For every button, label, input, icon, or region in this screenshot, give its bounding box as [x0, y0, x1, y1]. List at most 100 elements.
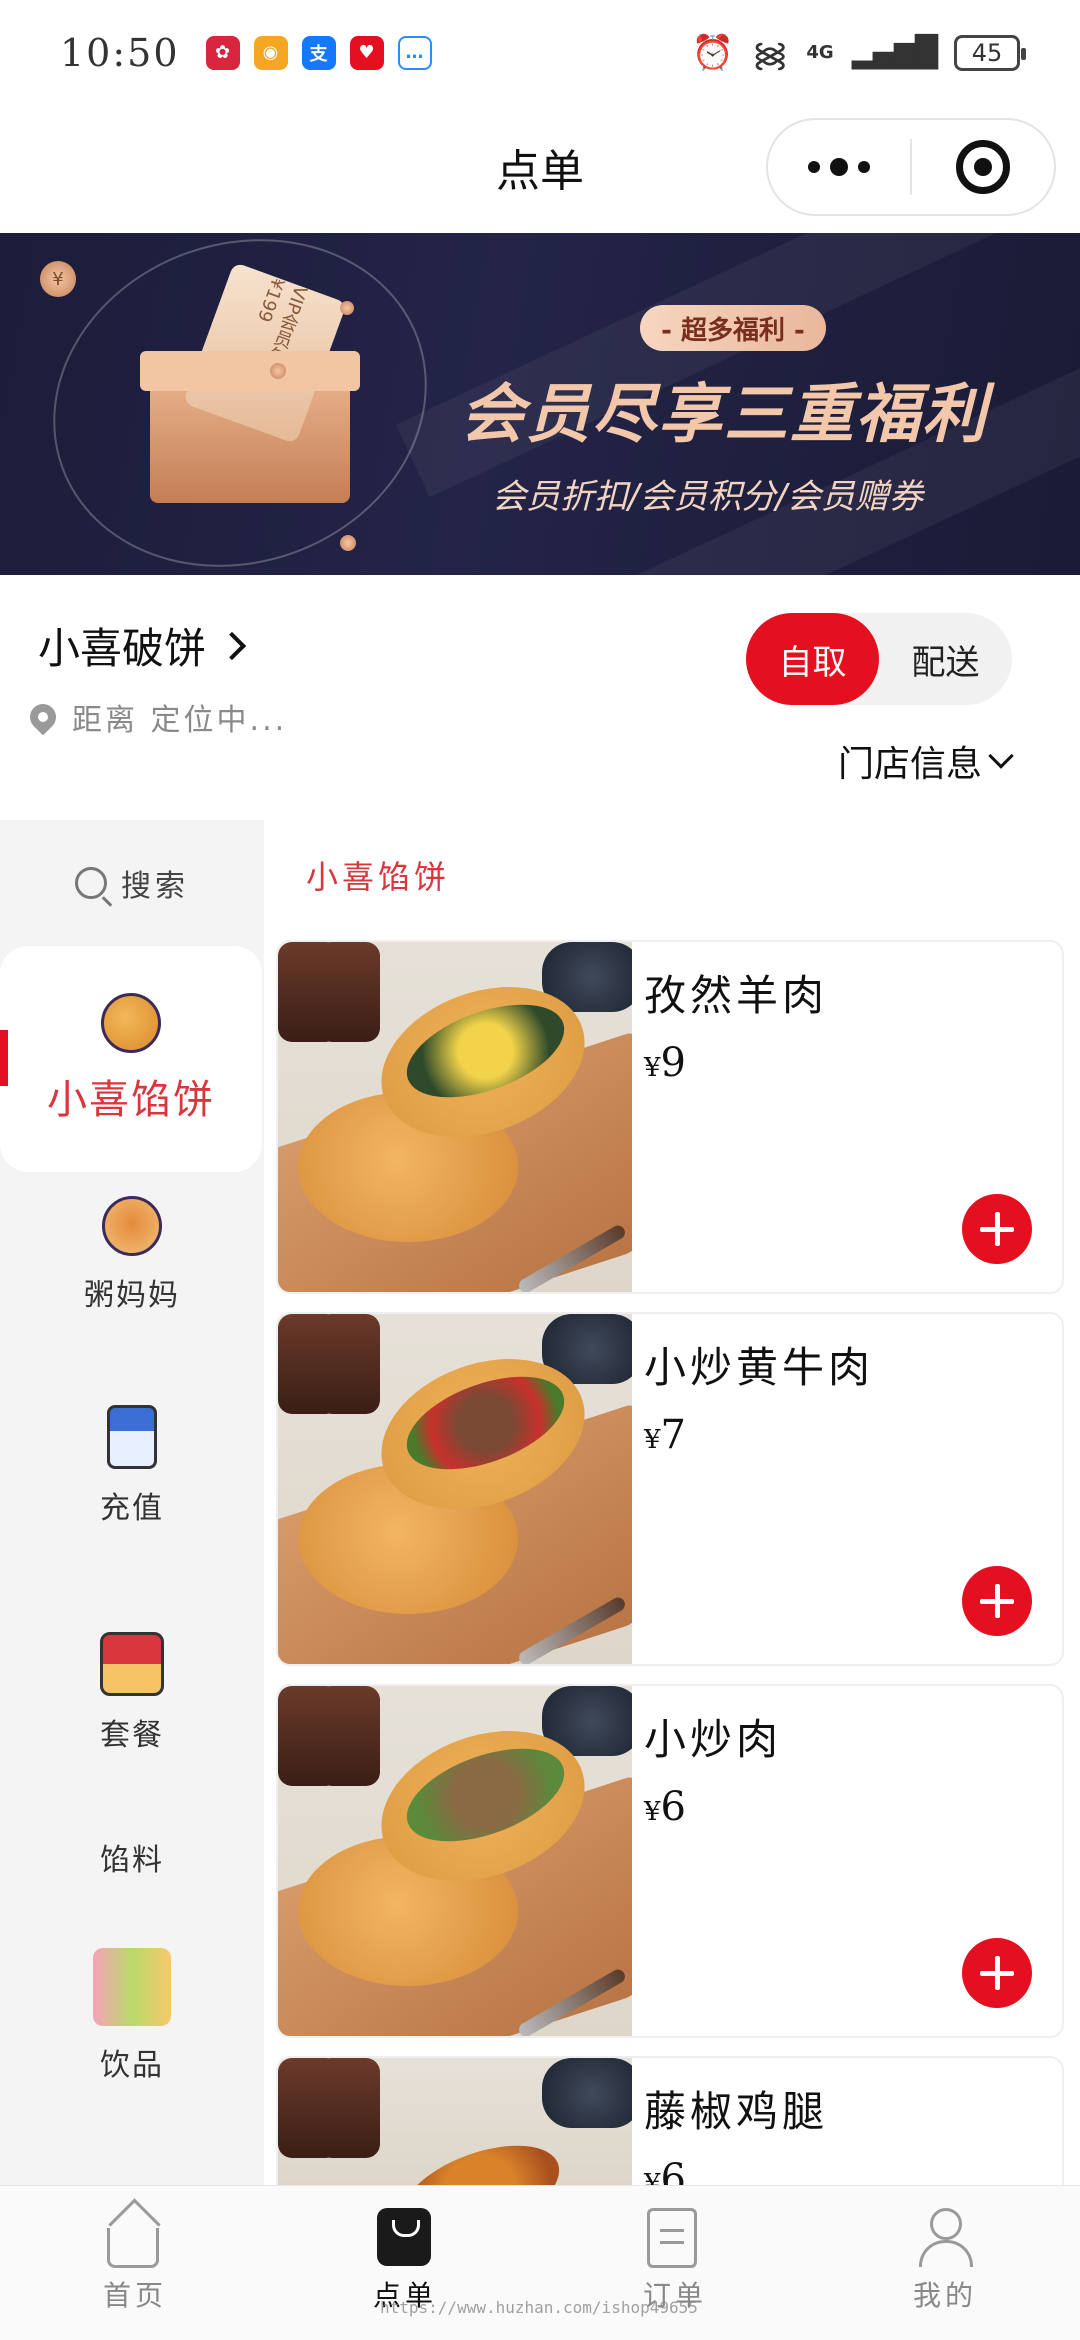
pickup-button[interactable]: 自取: [746, 613, 879, 705]
store-name: 小喜破饼: [38, 624, 207, 673]
category-label: 套餐: [100, 1718, 164, 1753]
spice-jar-image: [318, 1314, 380, 1414]
store-info-dropdown[interactable]: 门店信息: [837, 735, 1014, 787]
status-indicators: ⏰ ᯼ 4G ▂▄▆█ 45: [691, 30, 1026, 76]
active-category-marker: [0, 1030, 8, 1086]
category-item-filling[interactable]: 馅料: [0, 1835, 264, 1879]
product-card[interactable]: 小炒黄牛肉 ¥7: [276, 1312, 1064, 1666]
currency-symbol: ¥: [644, 2169, 661, 2185]
category-item-recharge[interactable]: 充值: [0, 1405, 264, 1527]
add-to-cart-button[interactable]: [962, 1566, 1032, 1636]
product-card[interactable]: 小炒肉 ¥6: [276, 1684, 1064, 2038]
sparkle-icon: [340, 535, 356, 551]
product-name: 孜然羊肉: [644, 971, 829, 1020]
add-to-cart-button[interactable]: [962, 1194, 1032, 1264]
banner-subtitle: 会员折扣/会员积分/会员赠券: [492, 477, 923, 517]
product-card[interactable]: 孜然羊肉 ¥9: [276, 940, 1064, 1294]
product-price: ¥6: [644, 2156, 686, 2185]
store-section: 小喜破饼 距离 定位中... 自取 配送 门店信息: [0, 575, 1080, 820]
home-icon: [107, 2228, 159, 2268]
gift-box-lid: [140, 351, 360, 391]
dot-icon: [858, 161, 870, 173]
price-value: 7: [660, 1412, 686, 1458]
product-card[interactable]: 藤椒鸡腿 ¥6: [276, 2056, 1064, 2185]
chat-icon: …: [397, 35, 432, 70]
product-image: [278, 942, 632, 1292]
search-label: 搜索: [121, 868, 189, 904]
chevron-down-icon: [988, 743, 1014, 769]
price-value: 6: [660, 1784, 686, 1830]
spice-jar-image: [318, 2058, 380, 2158]
product-name: 小炒肉: [644, 1715, 783, 1764]
price-value: 9: [660, 1040, 686, 1086]
cookie-icon: [101, 993, 161, 1053]
currency-symbol: ¥: [644, 1797, 661, 1827]
product-image: [278, 1686, 632, 2036]
jar-image: [542, 2058, 632, 2128]
store-name-link[interactable]: 小喜破饼: [38, 615, 247, 676]
nav-bar: 点单: [0, 105, 1080, 233]
drinks-icon: [93, 1948, 171, 2026]
product-price: ¥6: [644, 1784, 686, 1830]
milk-icon: [107, 1405, 157, 1469]
store-info-label: 门店信息: [837, 744, 982, 785]
search-button[interactable]: 搜索: [0, 820, 264, 945]
product-name: 藤椒鸡腿: [644, 2087, 829, 2136]
category-item-xiaoxi-pie[interactable]: 小喜馅饼: [0, 946, 262, 1172]
filling-image: [389, 2127, 572, 2185]
category-item-drinks[interactable]: 饮品: [0, 1948, 264, 2084]
add-to-cart-button[interactable]: [962, 1938, 1032, 2008]
sparkle-icon: [270, 363, 286, 379]
bowl-icon: [102, 1196, 162, 1256]
tab-home[interactable]: 首页: [0, 2186, 270, 2340]
chevron-right-icon: [217, 631, 247, 660]
wifi-icon: ᯼: [752, 34, 789, 75]
section-title: 小喜馅饼: [306, 858, 451, 896]
heart-app-icon: ♥: [349, 35, 384, 70]
store-distance: 距离 定位中...: [24, 695, 287, 739]
combo-icon: [100, 1632, 164, 1696]
more-button[interactable]: [768, 158, 910, 176]
delivery-button[interactable]: 配送: [879, 613, 1012, 705]
weibo-icon: ◉: [253, 35, 288, 70]
product-image: [278, 2058, 632, 2185]
tab-label: 首页: [102, 2279, 167, 2312]
target-icon: [956, 140, 1010, 194]
signal-icon: ▂▄▆█: [851, 35, 938, 70]
promo-banner[interactable]: VIP会员年卡 ¥199 ¥ - 超多福利 - 会员尽享三重福利 会员折扣/会员…: [0, 233, 1080, 575]
search-icon: [75, 866, 107, 899]
battery-level: 45: [971, 38, 1003, 67]
banner-tag: - 超多福利 -: [640, 305, 826, 351]
profile-icon: [917, 2208, 973, 2268]
category-sidebar: 搜索 小喜馅饼 粥妈妈 充值 套餐 馅料 饮品: [0, 820, 264, 2185]
mini-program-capsule: [766, 118, 1056, 216]
spice-jar-image: [318, 942, 380, 1042]
shopping-bag-icon-wrap: [377, 2208, 433, 2268]
category-label: 饮品: [100, 2048, 164, 2083]
currency-symbol: ¥: [644, 1425, 661, 1455]
order-icon: [647, 2208, 697, 2268]
category-label: 馅料: [100, 1843, 164, 1878]
category-item-combo[interactable]: 套餐: [0, 1632, 264, 1754]
notification-icons: ✿ ◉ 支 ♥ …: [205, 35, 432, 70]
category-label: 小喜馅饼: [47, 1077, 215, 1123]
shopping-bag-icon: [377, 2208, 431, 2266]
close-miniprogram-button[interactable]: [912, 140, 1054, 194]
order-icon-wrap: [647, 2208, 703, 2268]
category-item-porridge[interactable]: 粥妈妈: [0, 1196, 264, 1314]
location-pin-icon: [24, 698, 62, 736]
huawei-icon: ✿: [205, 35, 240, 70]
status-bar: 10:50 ✿ ◉ 支 ♥ … ⏰ ᯼ 4G ▂▄▆█ 45: [0, 0, 1080, 105]
network-label: 4G: [806, 42, 834, 63]
dot-icon: [830, 158, 848, 176]
price-value: 6: [660, 2156, 686, 2185]
home-icon-wrap: [107, 2208, 163, 2268]
dot-icon: [808, 161, 820, 173]
spice-jar-image: [318, 1686, 380, 1786]
delivery-mode-toggle: 自取 配送: [746, 613, 1012, 705]
status-time: 10:50: [60, 30, 180, 75]
product-price: ¥9: [644, 1040, 686, 1086]
tab-profile[interactable]: 我的: [810, 2186, 1080, 2340]
alarm-icon: ⏰: [691, 32, 734, 73]
battery-icon: 45: [954, 34, 1026, 71]
